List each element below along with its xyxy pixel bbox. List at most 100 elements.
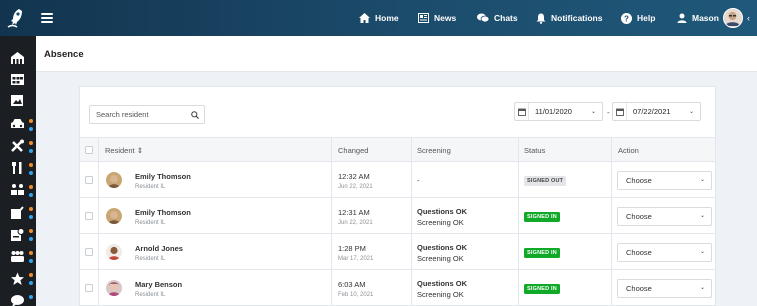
changed-date: Jun 22, 2021 [338,184,373,190]
chevron-left-icon[interactable]: ‹ [747,13,750,23]
nav-news-label: News [434,13,457,23]
date-separator: - [607,108,610,117]
date-to-value: 07/22/2021 [633,107,671,116]
row-checkbox[interactable] [85,212,93,220]
resident-name[interactable]: Mary Benson [135,280,182,289]
action-select-value: Choose [626,284,652,293]
changed-time: 6:03 AM [338,280,366,289]
page-title: Absence [44,49,84,60]
chevron-down-icon: ⌄ [590,109,596,115]
chevron-down-icon: ⌄ [688,109,694,115]
notification-dot [29,127,33,131]
sidebar-activities-icon[interactable] [10,206,25,220]
search-input[interactable] [90,106,185,123]
resident-role: Resident IL [135,292,166,298]
table-header: Resident ⇕ Changed Screening Status Acti… [80,137,715,162]
nav-help[interactable]: ? Help [621,11,655,25]
sidebar-building-icon[interactable] [10,51,25,65]
table-row[interactable]: Arnold Jones Resident IL 1:28 PM Mar 17,… [80,234,715,270]
resident-name[interactable]: Arnold Jones [135,244,183,253]
row-checkbox[interactable] [85,284,93,292]
notification-dot [29,281,33,285]
sidebar-car-icon[interactable] [10,117,25,131]
nav-notifications[interactable]: Notifications [536,11,602,25]
notification-dot [29,185,33,189]
sidebar-photos-icon[interactable] [10,94,25,108]
status-badge: SIGNED OUT [524,176,567,186]
chevron-down-icon: ⌄ [699,177,705,183]
nav-home[interactable]: Home [359,11,399,25]
changed-date: Mar 17, 2021 [338,256,374,262]
column-screening: Screening [417,146,451,155]
date-from-picker[interactable]: 11/01/2020 ⌄ [514,102,603,121]
screening-questions: Questions OK [417,207,468,216]
table-row[interactable]: Mary Benson Resident IL 6:03 AM Feb 10, … [80,270,715,306]
notification-dot [29,149,33,153]
sidebar-chat-icon[interactable] [10,294,25,306]
column-action: Action [618,146,639,155]
sidebar-calendar-icon[interactable] [10,72,25,86]
row-checkbox[interactable] [85,176,93,184]
status-badge: SIGNED IN [524,248,560,258]
table-row[interactable]: Emily Thomson Resident IL 12:31 AM Jun 2… [80,198,715,234]
notification-dot [29,119,33,123]
screening-questions: - [417,176,420,185]
nav-user-menu[interactable]: Mason [677,11,719,25]
resident-name[interactable]: Emily Thomson [135,172,191,181]
resident-avatar [106,244,122,260]
select-all-checkbox[interactable] [85,146,93,154]
notification-dot [29,163,33,167]
calendar-icon [517,108,526,116]
row-checkbox[interactable] [85,248,93,256]
status-badge: SIGNED IN [524,284,560,294]
sidebar-star-icon[interactable] [10,272,25,286]
action-select[interactable]: Choose ⌄ [617,207,712,226]
sort-icon[interactable]: ⇕ [137,146,143,155]
column-resident[interactable]: Resident ⇕ [105,146,143,155]
screening-result: Screening OK [417,254,464,263]
chats-icon [477,13,489,23]
action-select[interactable]: Choose ⌄ [617,171,712,190]
action-select-value: Choose [626,212,652,221]
app-logo-icon[interactable] [6,7,26,29]
sidebar-dining-icon[interactable] [10,161,25,175]
search-icon[interactable] [191,111,199,119]
resident-name[interactable]: Emily Thomson [135,208,191,217]
nav-news[interactable]: News [418,11,456,25]
resident-role: Resident IL [135,220,166,226]
top-navigation-bar: Home News Chats Notifications ? Help Mas… [0,0,757,36]
search-box [89,105,205,124]
page-header: Absence [36,36,757,72]
absence-card: 11/01/2020 ⌄ - 07/22/2021 ⌄ Resident ⇕ C… [79,86,716,306]
changed-time: 12:32 AM [338,172,370,181]
user-avatar[interactable] [723,8,743,28]
resident-role: Resident IL [135,184,166,190]
sidebar-tools-icon[interactable] [10,139,25,153]
news-icon [418,13,429,23]
nav-home-label: Home [375,13,399,23]
notification-dot [29,171,33,175]
notification-dot [29,259,33,263]
screening-questions: Questions OK [417,243,468,252]
notification-dot [29,215,33,219]
date-to-picker[interactable]: 07/22/2021 ⌄ [612,102,701,121]
calendar-icon [615,108,624,116]
sidebar-absence-icon[interactable] [10,228,25,242]
action-select[interactable]: Choose ⌄ [617,279,712,298]
action-select-value: Choose [626,248,652,257]
nav-help-label: Help [637,13,656,23]
sidebar [0,36,36,306]
action-select[interactable]: Choose ⌄ [617,243,712,262]
nav-chats[interactable]: Chats [477,11,518,25]
menu-toggle-icon[interactable] [41,13,53,23]
chevron-down-icon: ⌄ [699,213,705,219]
column-changed: Changed [338,146,369,155]
sidebar-people-icon[interactable] [10,250,25,264]
notification-dot [29,251,33,255]
sidebar-group-icon[interactable] [10,183,25,197]
svg-text:?: ? [624,14,629,23]
table-row[interactable]: Emily Thomson Resident IL 12:32 AM Jun 2… [80,162,715,198]
notification-dot [29,229,33,233]
notification-dot [29,273,33,277]
changed-date: Feb 10, 2021 [338,292,374,298]
